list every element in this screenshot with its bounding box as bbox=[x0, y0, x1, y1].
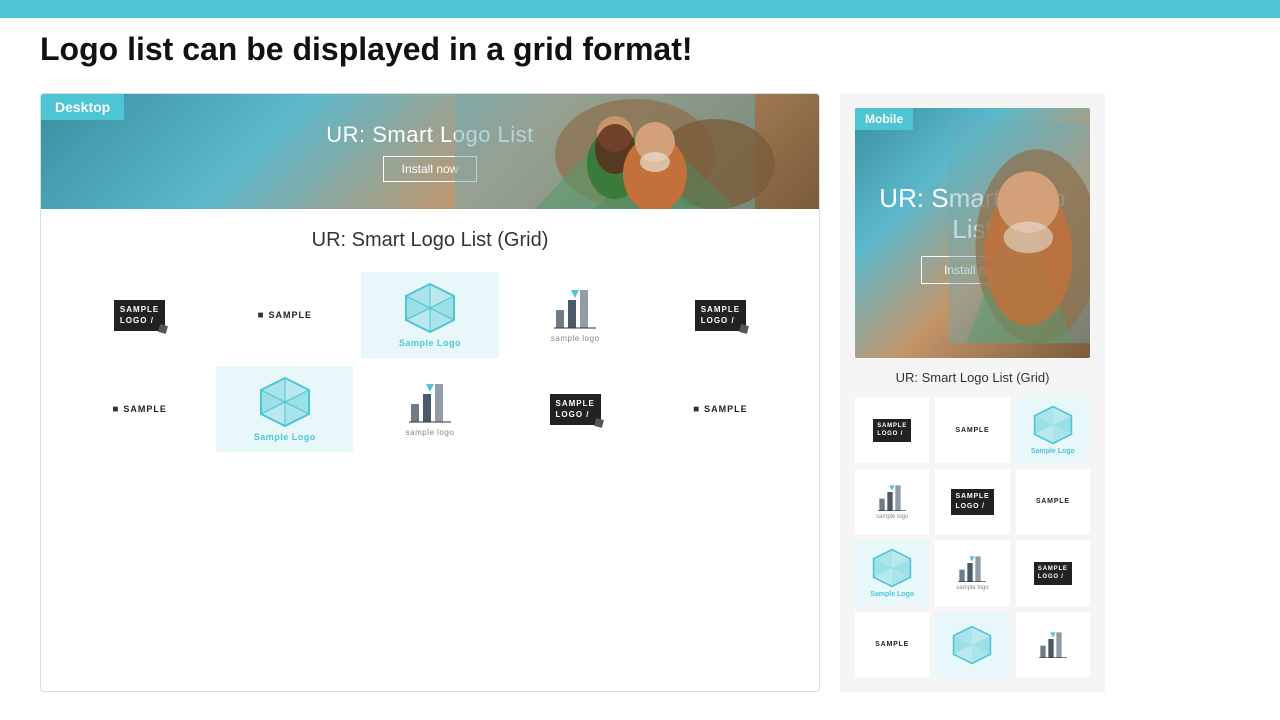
mobile-logo-dark-3: SAMPLELOGO / bbox=[1034, 562, 1072, 585]
sample-logo-teal-2: Sample Logo bbox=[254, 376, 316, 442]
page-title: Logo list can be displayed in a grid for… bbox=[40, 30, 1240, 68]
mobile-bar-label-1: sample logo bbox=[876, 514, 908, 520]
mobile-logo-cell-8: sample logo bbox=[935, 540, 1009, 606]
mobile-logo-cell-2: SAMPLE bbox=[935, 397, 1009, 463]
bar-chart-logo-2: sample logo bbox=[406, 382, 455, 437]
sample-text-dark-1: SAMPLE bbox=[258, 310, 313, 321]
mobile-sample-label-1: Sample Logo bbox=[1031, 448, 1075, 455]
sample-text-dark-2: SAMPLE bbox=[112, 404, 167, 415]
desktop-grid-title: UR: Smart Logo List (Grid) bbox=[61, 229, 799, 252]
logo-cell-3: Sample Logo bbox=[361, 272, 498, 358]
sample-text-dark-3: SAMPLE bbox=[693, 404, 748, 415]
logo-cell-4: sample logo bbox=[507, 272, 644, 358]
sample-logo-dark-2: SAMPLELOGO / bbox=[695, 300, 746, 330]
logo-cell-10: SAMPLE bbox=[652, 366, 789, 452]
mobile-banner: Mobile UR: Smart Logo List Install now bbox=[855, 108, 1090, 358]
mobile-grid-title: UR: Smart Logo List (Grid) bbox=[855, 370, 1090, 385]
top-accent-bar bbox=[0, 0, 1280, 18]
sample-label-teal-1: Sample Logo bbox=[399, 338, 461, 348]
logo-cell-7: Sample Logo bbox=[216, 366, 353, 452]
mobile-bar-label-2: sample logo bbox=[956, 585, 988, 591]
mobile-logo-cell-5: SAMPLELOGO / bbox=[935, 469, 1009, 534]
mobile-text-sm-3: SAMPLE bbox=[875, 641, 909, 648]
sample-logo-dark-1: SAMPLELOGO / bbox=[114, 300, 165, 330]
mobile-logo-dark-2: SAMPLELOGO / bbox=[951, 489, 995, 515]
mobile-text-sm-1: SAMPLE bbox=[956, 427, 990, 434]
mobile-logo-dark-1: SAMPLELOGO / bbox=[873, 419, 911, 442]
bar-label-1: sample logo bbox=[551, 334, 600, 343]
logo-cell-5: SAMPLELOGO / bbox=[652, 272, 789, 358]
logo-cell-9: SAMPLELOGO / bbox=[507, 366, 644, 452]
logo-cell-8: sample logo bbox=[361, 366, 498, 452]
mobile-logo-cell-4: sample logo bbox=[855, 469, 929, 534]
banner-illustration bbox=[391, 94, 819, 209]
main-content: Logo list can be displayed in a grid for… bbox=[0, 0, 1280, 720]
desktop-badge: Desktop bbox=[41, 94, 124, 120]
mobile-logo-cell-3: Sample Logo bbox=[1016, 397, 1090, 463]
sample-logo-teal-1: Sample Logo bbox=[399, 282, 461, 348]
logo-cell-6: SAMPLE bbox=[71, 366, 208, 452]
mobile-logo-cell-9: SAMPLELOGO / bbox=[1016, 540, 1090, 606]
mobile-text-sm-2: SAMPLE bbox=[1036, 498, 1070, 505]
mobile-logo-cell-6: SAMPLE bbox=[1016, 469, 1090, 534]
sample-label-teal-2: Sample Logo bbox=[254, 432, 316, 442]
mobile-logo-cell-10: SAMPLE bbox=[855, 612, 929, 677]
bar-label-2: sample logo bbox=[406, 428, 455, 437]
desktop-grid-section: UR: Smart Logo List (Grid) SAMPLELOGO / … bbox=[41, 209, 819, 472]
mobile-sample-label-2: Sample Logo bbox=[870, 591, 914, 598]
mobile-logo-grid: SAMPLELOGO / SAMPLE Sample Logo bbox=[855, 397, 1090, 677]
mobile-logo-cell-12 bbox=[1016, 612, 1090, 677]
mobile-badge: Mobile bbox=[855, 108, 913, 130]
bar-chart-logo-1: sample logo bbox=[551, 288, 600, 343]
mobile-panel: Mobile UR: Smart Logo List Install now bbox=[840, 93, 1105, 692]
desktop-preview: Desktop UR: Smart Logo List Install now bbox=[40, 93, 820, 692]
desktop-logo-grid: SAMPLELOGO / SAMPLE bbox=[61, 272, 799, 452]
logo-cell-1: SAMPLELOGO / bbox=[71, 272, 208, 358]
mobile-logo-cell-1: SAMPLELOGO / bbox=[855, 397, 929, 463]
desktop-banner: Desktop UR: Smart Logo List Install now bbox=[41, 94, 819, 209]
mobile-logo-cell-7: Sample Logo bbox=[855, 540, 929, 606]
logo-cell-2: SAMPLE bbox=[216, 272, 353, 358]
mobile-logo-cell-11 bbox=[935, 612, 1009, 677]
sample-logo-dark-3: SAMPLELOGO / bbox=[550, 394, 601, 424]
